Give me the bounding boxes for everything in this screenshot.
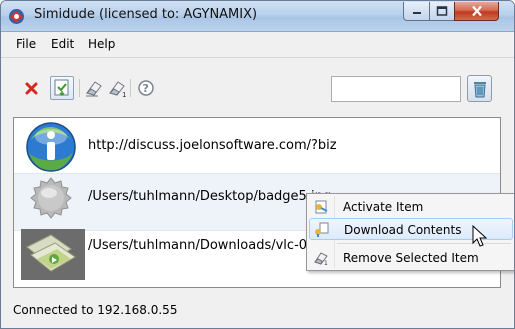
search-input[interactable] <box>331 76 461 102</box>
app-window: Simidude (licensed to: AGYNAMIX) File Ed… <box>0 0 515 329</box>
minimize-icon <box>412 12 421 14</box>
trash-icon <box>474 82 486 98</box>
maximize-icon <box>436 6 448 16</box>
minimize-button[interactable] <box>403 2 430 21</box>
info-globe-icon <box>19 118 83 175</box>
item-text: /Users/tuhlmann/Downloads/vlc-0.9 <box>88 238 320 253</box>
maximize-button[interactable] <box>429 2 455 21</box>
context-menu-remove-selected-item[interactable]: 1 Remove Selected Item <box>309 247 513 269</box>
help-icon: ? <box>138 80 154 96</box>
download-contents-label: Download Contents <box>344 223 462 237</box>
eraser-icon <box>86 81 102 97</box>
menu-divider <box>1 57 514 58</box>
download-button[interactable] <box>50 76 74 100</box>
activate-item-label: Activate Item <box>343 200 424 214</box>
download-icon <box>54 79 69 97</box>
window-title: Simidude (licensed to: AGYNAMIX) <box>34 7 258 22</box>
eraser-icon: 1 <box>313 250 329 267</box>
help-button[interactable]: ? <box>137 78 157 98</box>
vlc-package-icon <box>21 229 85 280</box>
close-icon <box>471 5 482 17</box>
simidude-app-icon <box>8 8 25 25</box>
menu-bar: File Edit Help <box>1 32 514 56</box>
erase-all-button[interactable]: 1 <box>108 78 128 98</box>
erase-button[interactable] <box>84 78 104 98</box>
badge-icon <box>19 174 83 231</box>
close-button[interactable] <box>454 2 499 21</box>
menu-edit[interactable]: Edit <box>51 37 74 51</box>
activate-icon <box>313 199 329 215</box>
context-menu-activate-item[interactable]: Activate Item <box>309 196 513 218</box>
remove-selected-item-label: Remove Selected Item <box>343 251 479 265</box>
svg-text:1: 1 <box>324 260 328 266</box>
menu-help[interactable]: Help <box>88 37 115 51</box>
mouse-cursor-icon <box>472 224 488 249</box>
item-text: http://discuss.joelonsoftware.com/?biz <box>88 138 337 153</box>
toolbar-divider <box>79 79 80 97</box>
list-item[interactable]: http://discuss.joelonsoftware.com/?biz <box>14 118 500 175</box>
delete-icon <box>25 82 38 95</box>
trash-button[interactable] <box>467 75 492 102</box>
eraser-all-icon: 1 <box>109 81 126 98</box>
toolbar-divider <box>130 79 131 97</box>
menu-file[interactable]: File <box>16 37 36 51</box>
delete-button[interactable] <box>22 78 42 98</box>
item-text: /Users/tuhlmann/Desktop/badge5.jpg <box>88 189 332 204</box>
svg-text:1: 1 <box>122 91 126 98</box>
status-text: Connected to 192.168.0.55 <box>13 303 178 317</box>
svg-text:?: ? <box>143 82 149 95</box>
download-contents-icon <box>314 222 330 238</box>
title-bar[interactable]: Simidude (licensed to: AGYNAMIX) <box>1 1 514 32</box>
